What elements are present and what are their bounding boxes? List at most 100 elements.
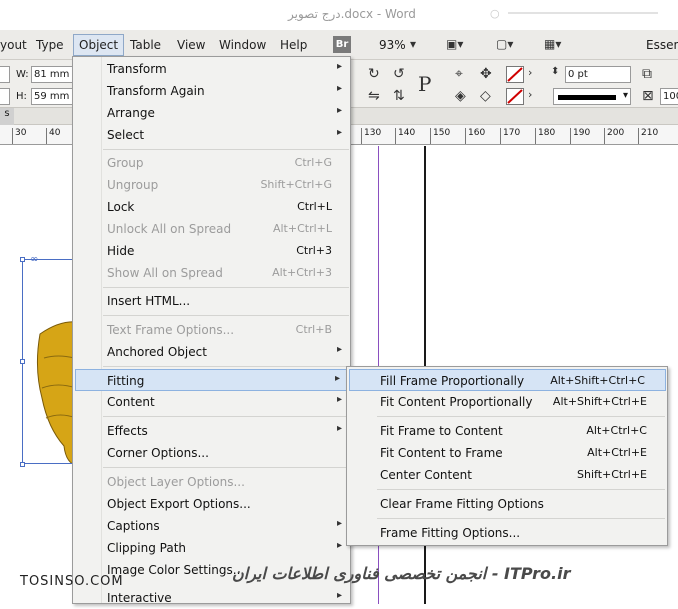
width-field[interactable]: 81 mm	[31, 66, 73, 83]
arrange-documents-icon[interactable]: ▦▾	[544, 37, 561, 51]
menu-item-fitting[interactable]: Fitting ▸	[75, 369, 349, 391]
menu-item-label: Hide	[107, 244, 135, 258]
menu-item-select[interactable]: Select ▸	[73, 124, 350, 146]
menu-separator	[103, 287, 349, 288]
ruler-tick: 130	[361, 128, 381, 144]
zoom-dropdown-icon[interactable]: ▾	[410, 37, 416, 51]
height-label: H:	[16, 91, 27, 102]
object-menu: Transform ▸ Transform Again ▸ Arrange ▸ Sel…	[72, 56, 351, 605]
menu-item-transform[interactable]: Transform ▸	[73, 58, 350, 80]
rotate-ccw-icon[interactable]: ↺	[393, 66, 405, 82]
menu-item-shortcut: Shift+Ctrl+E	[577, 468, 647, 481]
menu-item-shortcut: Alt+Ctrl+C	[586, 424, 647, 437]
submenu-arrow-icon: ▸	[336, 344, 342, 355]
menu-item-clear-frame-fitting-options[interactable]: Clear Frame Fitting Options	[347, 493, 667, 515]
stroke-type-select[interactable]: ▾	[553, 88, 631, 105]
ruler-tick: 40	[46, 128, 60, 144]
menu-separator	[377, 416, 665, 417]
menu-item-fill-frame-proportionally[interactable]: Fill Frame Proportionally Alt+Shift+Ctrl+…	[349, 369, 666, 391]
menu-item-captions[interactable]: Captions ▸	[73, 515, 350, 537]
menu-item-ungroup: Ungroup Shift+Ctrl+G	[73, 174, 350, 196]
menu-item-frame-fitting-options[interactable]: Frame Fitting Options...	[347, 522, 667, 544]
bridge-button[interactable]: Br	[333, 36, 351, 53]
menu-item-label: Image Color Settings...	[107, 563, 245, 577]
menu-item-label: Transform	[107, 62, 167, 76]
menu-separator	[103, 149, 349, 150]
frame-handle[interactable]	[20, 359, 25, 364]
menu-table[interactable]: Table	[130, 38, 161, 52]
submenu-arrow-icon: ▸	[336, 127, 342, 138]
select-container-icon[interactable]: ⌖	[455, 66, 463, 82]
menu-item-fit-frame-to-content[interactable]: Fit Frame to Content Alt+Ctrl+C	[347, 420, 667, 442]
menu-separator	[377, 489, 665, 490]
menu-item-unlock-all: Unlock All on Spread Alt+Ctrl+L	[73, 218, 350, 240]
menu-item-label: Corner Options...	[107, 446, 209, 460]
y-field[interactable]	[0, 88, 10, 105]
stroke-swatch[interactable]	[506, 88, 524, 105]
menu-item-label: Interactive	[107, 591, 172, 605]
menu-item-center-content[interactable]: Center Content Shift+Ctrl+E	[347, 464, 667, 486]
no-stroke-icon	[507, 89, 523, 104]
watermark-right: انجمن تخصصی فناوری اطلاعات ایران - ITPro…	[232, 564, 571, 583]
menu-item-hide[interactable]: Hide Ctrl+3	[73, 240, 350, 262]
menu-item-object-export-options[interactable]: Object Export Options...	[73, 493, 350, 515]
menu-item-fit-content-to-frame[interactable]: Fit Content to Frame Alt+Ctrl+E	[347, 442, 667, 464]
fill-swatch[interactable]	[506, 66, 524, 83]
submenu-arrow-icon: ▸	[336, 590, 342, 601]
flip-horizontal-icon[interactable]: ⇋	[368, 88, 380, 104]
select-next-icon[interactable]: ◇	[480, 88, 491, 104]
menu-item-lock[interactable]: Lock Ctrl+L	[73, 196, 350, 218]
menu-item-transform-again[interactable]: Transform Again ▸	[73, 80, 350, 102]
menu-item-label: Group	[107, 156, 144, 170]
menu-view[interactable]: View	[177, 38, 205, 52]
frame-handle[interactable]	[20, 462, 25, 467]
menu-item-shortcut: Alt+Shift+Ctrl+E	[552, 395, 647, 408]
x-field[interactable]	[0, 66, 10, 83]
menu-item-group: Group Ctrl+G	[73, 152, 350, 174]
link-icon[interactable]: ∞	[30, 254, 38, 265]
menu-item-anchored-object[interactable]: Anchored Object ▸	[73, 341, 350, 363]
menu-type[interactable]: Type	[36, 38, 64, 52]
flip-vertical-icon[interactable]: ⇅	[393, 88, 405, 104]
frame-handle[interactable]	[20, 257, 25, 262]
menu-object[interactable]: Object	[73, 34, 125, 56]
menu-layout[interactable]: yout	[0, 38, 27, 52]
submenu-arrow-icon: ▸	[336, 61, 342, 72]
menu-separator	[103, 467, 349, 468]
workspace-switcher[interactable]: Essent	[646, 38, 678, 52]
stroke-weight-field[interactable]: 0 pt	[565, 66, 631, 83]
menu-item-clipping-path[interactable]: Clipping Path ▸	[73, 537, 350, 559]
menu-window[interactable]: Window	[219, 38, 266, 52]
fill-menu-arrow-icon[interactable]: ›	[528, 66, 532, 79]
select-content-icon[interactable]: ✥	[480, 66, 492, 82]
fitting-submenu: Fill Frame Proportionally Alt+Shift+Ctrl+…	[346, 366, 668, 546]
selected-frame[interactable]	[22, 259, 74, 464]
stroke-weight-stepper-icon[interactable]: ⬍	[551, 66, 559, 77]
menu-help[interactable]: Help	[280, 38, 307, 52]
menu-item-arrange[interactable]: Arrange ▸	[73, 102, 350, 124]
zoom-level[interactable]: 93%	[379, 38, 406, 52]
watermark-left: TOSINSO.COM	[20, 574, 124, 589]
menu-item-label: Center Content	[380, 468, 472, 482]
height-field[interactable]: 59 mm	[31, 88, 73, 105]
menu-item-effects[interactable]: Effects ▸	[73, 420, 350, 442]
stroke-menu-arrow-icon[interactable]: ›	[528, 88, 532, 101]
restore-icon[interactable]: ○	[490, 7, 500, 20]
view-options-icon[interactable]: ▣▾	[446, 37, 463, 51]
select-previous-icon[interactable]: ◈	[455, 88, 466, 104]
menu-item-content[interactable]: Content ▸	[73, 391, 350, 413]
menu-item-interactive[interactable]: Interactive ▸	[73, 587, 350, 609]
ruler-tick: 210	[638, 128, 658, 144]
menu-item-insert-html[interactable]: Insert HTML...	[73, 290, 350, 312]
menu-item-fit-content-proportionally[interactable]: Fit Content Proportionally Alt+Shift+Ctrl…	[347, 391, 667, 413]
fitting-icon[interactable]: ⧉	[642, 66, 652, 82]
rotate-cw-icon[interactable]: ↻	[368, 66, 380, 82]
menu-item-shortcut: Ctrl+G	[294, 156, 332, 169]
scale-percent-field[interactable]: 100	[660, 88, 678, 105]
document-tab[interactable]: s	[0, 108, 14, 125]
scale-icon[interactable]: ⊠	[642, 88, 654, 104]
menu-item-corner-options[interactable]: Corner Options...	[73, 442, 350, 464]
paragraph-icon[interactable]: P	[418, 72, 431, 96]
screen-mode-icon[interactable]: ▢▾	[496, 37, 513, 51]
submenu-arrow-icon: ▸	[336, 394, 342, 405]
